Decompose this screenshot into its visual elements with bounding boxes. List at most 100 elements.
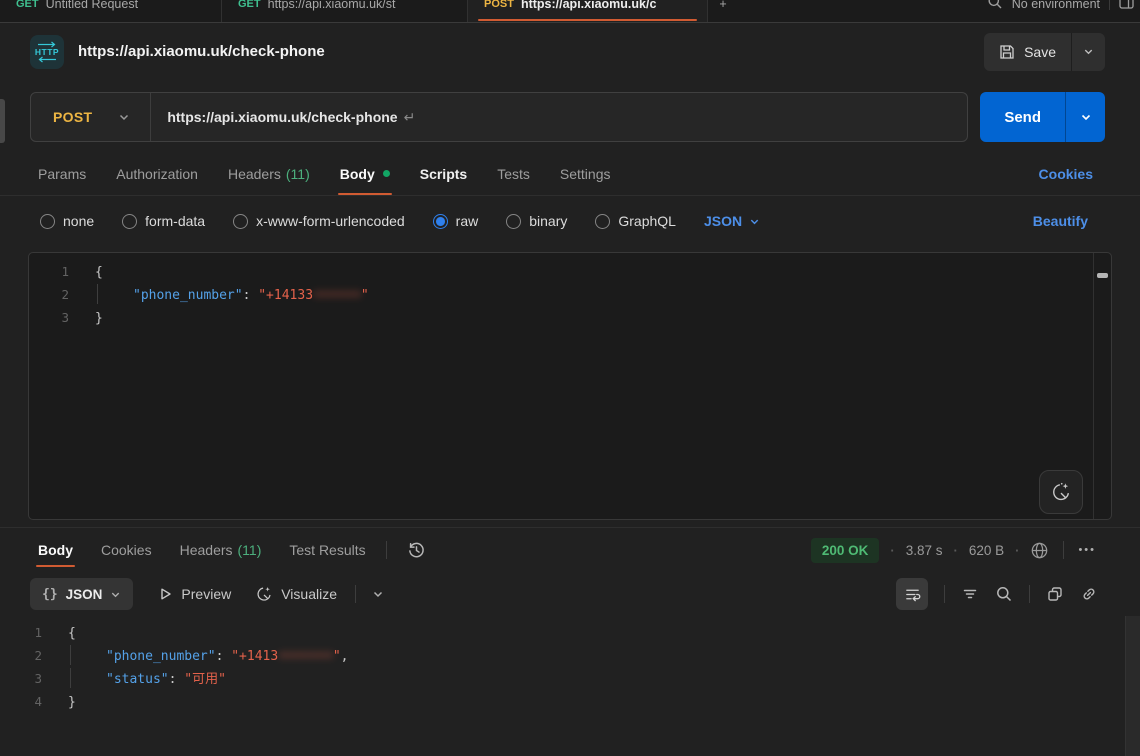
request-body-editor[interactable]: 1{2"phone_number": "+14133•••••••"3}: [28, 252, 1112, 520]
body-mode-none[interactable]: none: [40, 213, 94, 229]
tab-authorization[interactable]: Authorization: [116, 152, 198, 195]
braces-icon: {}: [42, 587, 58, 602]
cookies-link[interactable]: Cookies: [1039, 166, 1093, 182]
environment-selector[interactable]: No environment: [1012, 0, 1100, 14]
tab-scripts[interactable]: Scripts: [420, 152, 467, 195]
postbot-button[interactable]: [1039, 470, 1083, 514]
code-token: "phone_number": [106, 649, 216, 664]
code-line[interactable]: 1{: [29, 261, 1111, 284]
new-tab-button[interactable]: +: [708, 0, 738, 22]
code-token: ": [361, 288, 369, 303]
code-line: 4}: [2, 691, 1140, 714]
chevron-down-icon: [118, 111, 130, 123]
chevron-down-icon: [1080, 111, 1092, 123]
body-mode-graphql[interactable]: GraphQL: [595, 213, 676, 229]
scrollbar-thumb[interactable]: [1097, 273, 1108, 278]
response-history-icon[interactable]: [407, 541, 426, 560]
http-request-icon: HTTP: [30, 35, 64, 69]
enter-hint: ↵: [404, 109, 416, 125]
code-line[interactable]: 3}: [29, 307, 1111, 330]
search-response-icon[interactable]: [995, 585, 1013, 603]
response-body-viewer[interactable]: 1{2"phone_number": "+1413••••••••",3"sta…: [0, 616, 1140, 756]
radio-selected-icon: [433, 214, 448, 229]
line-number: 3: [2, 668, 42, 690]
response-toolbar: {} JSON Preview Visualize: [0, 572, 1140, 616]
request-tab-2[interactable]: GET https://api.xiaomu.uk/st: [222, 0, 468, 22]
code-line: 3"status": "可用": [2, 668, 1140, 691]
code-line: 2"phone_number": "+1413••••••••",: [2, 645, 1140, 668]
code-token: :: [243, 288, 259, 303]
body-mode-row: none form-data x-www-form-urlencoded raw…: [0, 196, 1140, 246]
send-button[interactable]: Send: [980, 92, 1065, 142]
tab-title: https://api.xiaomu.uk/c: [521, 0, 656, 14]
tab-body[interactable]: Body: [340, 152, 390, 195]
save-options-chevron[interactable]: [1071, 33, 1105, 71]
radio-icon: [40, 214, 55, 229]
response-size: 620 B: [969, 543, 1004, 558]
code-token: "可用": [184, 672, 226, 687]
visualize-button[interactable]: Visualize: [255, 585, 337, 603]
response-scrollbar[interactable]: [1125, 616, 1140, 756]
beautify-link[interactable]: Beautify: [1033, 213, 1088, 229]
copy-icon[interactable]: [1046, 585, 1064, 603]
body-mode-form-data[interactable]: form-data: [122, 213, 205, 229]
headers-count: (11): [286, 166, 310, 182]
response-format-select[interactable]: {} JSON: [30, 578, 133, 610]
tab-tests[interactable]: Tests: [497, 152, 530, 195]
editor-scrollbar[interactable]: [1093, 253, 1111, 519]
code-line[interactable]: 2"phone_number": "+14133•••••••": [29, 284, 1111, 307]
method-badge: GET: [16, 0, 39, 14]
request-tabs: Params Authorization Headers (11) Body S…: [0, 152, 1140, 196]
send-options-chevron[interactable]: [1065, 92, 1105, 142]
url-bar: POST https://api.xiaomu.uk/check-phone↵: [30, 92, 968, 142]
body-content-dot: [383, 170, 390, 177]
sidebar-drag-handle[interactable]: [0, 99, 5, 143]
dot-separator: ·: [1015, 543, 1019, 558]
code-token: ••••••••: [278, 649, 333, 664]
tab-headers[interactable]: Headers (11): [228, 152, 310, 195]
response-tab-body[interactable]: Body: [38, 528, 73, 572]
body-mode-raw[interactable]: raw: [433, 213, 479, 229]
code-token: "phone_number": [133, 288, 243, 303]
line-number: 1: [29, 261, 69, 283]
response-tab-headers[interactable]: Headers (11): [180, 528, 262, 572]
editor-code: 1{2"phone_number": "+14133•••••••"3}: [29, 261, 1111, 330]
layout-panel-icon[interactable]: [1119, 0, 1134, 9]
viewer-code: 1{2"phone_number": "+1413••••••••",3"sta…: [2, 622, 1140, 714]
workspace-tab-bar: GET Untitled Request GET https://api.xia…: [0, 0, 1140, 23]
status-badge: 200 OK: [811, 538, 880, 563]
response-time: 3.87 s: [906, 543, 943, 558]
search-icon[interactable]: [987, 0, 1003, 10]
tab-settings[interactable]: Settings: [560, 152, 611, 195]
more-actions-button[interactable]: •••: [1078, 544, 1096, 556]
sparkle-circle-icon: [255, 585, 273, 603]
request-tab-1[interactable]: GET Untitled Request: [0, 0, 222, 22]
raw-language-select[interactable]: JSON: [704, 213, 760, 229]
request-title: https://api.xiaomu.uk/check-phone: [78, 43, 325, 60]
preview-button[interactable]: Preview: [157, 586, 231, 602]
response-tab-test-results[interactable]: Test Results: [289, 528, 365, 572]
line-number: 2: [2, 645, 42, 667]
filter-icon[interactable]: [961, 585, 979, 603]
body-mode-urlencoded[interactable]: x-www-form-urlencoded: [233, 213, 405, 229]
divider: [944, 585, 945, 603]
url-row: POST https://api.xiaomu.uk/check-phone↵ …: [0, 80, 1140, 152]
wrap-text-button[interactable]: [896, 578, 928, 610]
url-input[interactable]: https://api.xiaomu.uk/check-phone↵: [151, 109, 967, 126]
globe-icon[interactable]: [1030, 541, 1049, 560]
chevron-down-icon: [110, 589, 121, 600]
visualize-options-chevron[interactable]: [372, 588, 384, 600]
code-token: {: [95, 265, 103, 280]
divider: [1029, 585, 1030, 603]
tab-params[interactable]: Params: [38, 152, 86, 195]
body-mode-binary[interactable]: binary: [506, 213, 567, 229]
request-tab-3-active[interactable]: POST https://api.xiaomu.uk/c: [468, 0, 708, 22]
chevron-down-icon: [749, 216, 760, 227]
method-select[interactable]: POST: [31, 93, 151, 141]
indent-guide: [97, 284, 133, 304]
save-button[interactable]: Save: [984, 33, 1071, 71]
link-icon[interactable]: [1080, 585, 1098, 603]
response-tab-cookies[interactable]: Cookies: [101, 528, 152, 572]
save-button-group: Save: [984, 33, 1105, 71]
tab-title: https://api.xiaomu.uk/st: [268, 0, 396, 14]
